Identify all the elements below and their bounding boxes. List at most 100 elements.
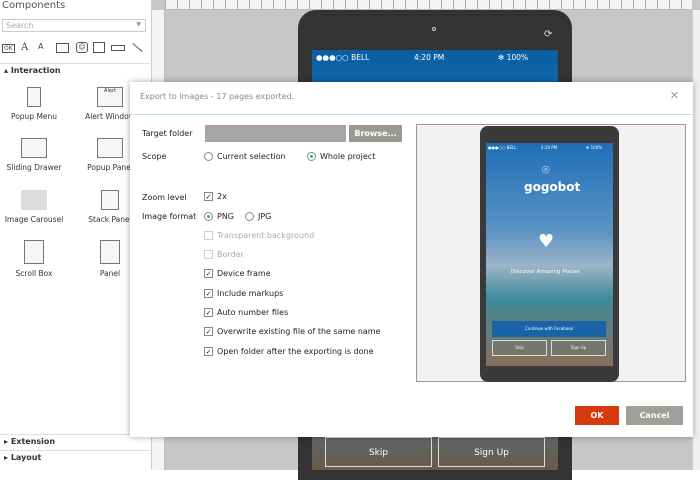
preview-tagline: Discover Amazing Places (511, 269, 580, 275)
component-label: Popup Menu (10, 112, 58, 121)
preview-time: 4:20 PM (541, 145, 558, 150)
border-checkbox[interactable]: Border (204, 250, 244, 259)
heart-icon: ♥ (538, 231, 555, 252)
overwrite-checkbox[interactable]: ✓ Overwrite existing file of the same nam… (204, 327, 381, 336)
rectangle-tool-icon[interactable] (56, 43, 69, 53)
zoom-level-label: Zoom level (142, 193, 187, 202)
component-label: Stack Panel (88, 215, 132, 224)
carrier: ●●●○○ BELL (316, 53, 370, 62)
emoji-tool-icon[interactable]: ☺ (76, 42, 88, 53)
component-image-carousel[interactable]: Image Carousel (4, 190, 64, 224)
preview-screen: ●●●○○ BELL 4:20 PM ✻ 100% ⌾ gogobot ♥ Di… (486, 143, 613, 366)
scope-current-radio[interactable]: Current selection (204, 152, 286, 161)
image-format-label: Image format (142, 212, 197, 221)
checkbox-label: Auto number files (217, 308, 289, 317)
chevron-down-icon[interactable]: ▼ (136, 21, 141, 28)
section-interaction[interactable]: ▴ Interaction (0, 63, 150, 77)
checkbox-checked-icon[interactable]: ✓ (204, 192, 213, 201)
input-tool-icon[interactable] (111, 45, 125, 51)
scope-whole-radio[interactable]: Whole project (307, 152, 375, 161)
target-folder-input[interactable] (205, 125, 346, 142)
transparent-background-checkbox[interactable]: Transparent background (204, 231, 314, 240)
auto-number-checkbox[interactable]: ✓ Auto number files (204, 308, 288, 317)
close-icon[interactable]: ✕ (670, 89, 679, 102)
scroll-box-icon (24, 240, 44, 264)
skip-button[interactable]: Skip (325, 437, 432, 467)
checkbox-label: Open folder after the exporting is done (217, 347, 374, 356)
component-label: Popup Panel (87, 163, 133, 172)
preview-brand: gogobot (524, 180, 581, 194)
radio-label: PNG (217, 212, 235, 221)
search-placeholder: Search (6, 21, 34, 30)
sign-up-button[interactable]: Sign Up (438, 437, 545, 467)
component-label: Alert Window (85, 112, 135, 121)
radio-icon[interactable] (204, 152, 213, 161)
radio-icon[interactable] (245, 212, 254, 221)
alert-window-icon: Alert (97, 87, 123, 107)
radio-selected-icon[interactable] (307, 152, 316, 161)
checkbox-checked-icon[interactable]: ✓ (204, 269, 213, 278)
target-folder-label: Target folder (142, 129, 193, 138)
dialog-title: Export to images - 17 pages exported. (140, 92, 295, 101)
preview-skip-button: Skip (492, 340, 547, 356)
vertical-scrollbar[interactable] (692, 10, 700, 470)
status-bar: ●●●○○ BELL 4:20 PM ✻ 100% (312, 50, 558, 64)
scope-label: Scope (142, 152, 167, 161)
checkbox-icon[interactable] (204, 231, 213, 240)
checkbox-label: Overwrite existing file of the same name (217, 327, 381, 336)
jpg-radio[interactable]: JPG (245, 212, 271, 221)
radio-selected-icon[interactable] (204, 212, 213, 221)
rotate-icon[interactable]: ⟳ (544, 29, 552, 40)
checkbox-icon[interactable] (204, 250, 213, 259)
radio-label: Current selection (217, 152, 286, 161)
ok-button[interactable]: OK (575, 406, 619, 425)
checkbox-checked-icon[interactable]: ✓ (204, 308, 213, 317)
panel-icon (100, 240, 120, 264)
checkbox-checked-icon[interactable]: ✓ (204, 289, 213, 298)
browse-button[interactable]: Browse... (349, 125, 402, 142)
checkbox-label: 2x (217, 192, 227, 201)
open-folder-checkbox[interactable]: ✓ Open folder after the exporting is done (204, 347, 374, 356)
preview-facebook-button: Continue with Facebook (492, 321, 606, 337)
preview-device-frame: ●●●○○ BELL 4:20 PM ✻ 100% ⌾ gogobot ♥ Di… (480, 126, 619, 382)
section-label: Extension (10, 437, 56, 446)
checkbox-label: Border (217, 250, 244, 259)
component-scroll-box[interactable]: Scroll Box (4, 240, 64, 278)
time: 4:20 PM (414, 53, 445, 62)
checkbox-checked-icon[interactable]: ✓ (204, 347, 213, 356)
search-input[interactable]: Search ▼ (2, 19, 146, 32)
checkbox-checked-icon[interactable]: ✓ (204, 327, 213, 336)
divider (130, 114, 693, 115)
section-layout[interactable]: ▸ Layout (0, 450, 150, 464)
component-label: Panel (99, 269, 121, 278)
preview-carrier: ●●●○○ BELL (488, 145, 517, 150)
component-label: Image Carousel (4, 215, 64, 224)
section-extension[interactable]: ▸ Extension (0, 434, 150, 448)
device-frame-checkbox[interactable]: ✓ Device frame (204, 269, 271, 278)
image-tool-icon[interactable] (93, 42, 105, 53)
preview-sign-up-button: Sign Up (551, 340, 606, 356)
preview-facebook-label: Continue with Facebook (525, 326, 573, 331)
checkbox-label: Transparent background (217, 231, 315, 240)
paragraph-tool-icon[interactable]: A (38, 42, 43, 51)
section-label: Interaction (10, 66, 61, 75)
panel-title: Components (2, 0, 66, 11)
png-radio[interactable]: PNG (204, 212, 234, 221)
sliding-drawer-icon (21, 138, 47, 158)
preview-battery: ✻ 100% (586, 145, 603, 150)
component-popup-menu[interactable]: Popup Menu (4, 87, 64, 121)
horizontal-ruler (165, 0, 692, 10)
battery: ✻ 100% (498, 53, 529, 62)
zoom-2x-checkbox[interactable]: ✓ 2x (204, 192, 227, 201)
section-label: Layout (10, 453, 42, 462)
radio-label: Whole project (320, 152, 376, 161)
stack-panel-icon (101, 190, 119, 210)
image-carousel-icon (21, 190, 47, 210)
text-tool-icon[interactable]: A (21, 42, 28, 53)
component-sliding-drawer[interactable]: Sliding Drawer (4, 138, 64, 172)
include-markups-checkbox[interactable]: ✓ Include markups (204, 289, 283, 298)
export-dialog: Export to images - 17 pages exported. ✕ … (130, 82, 693, 437)
button-tool-icon[interactable]: OK (2, 44, 15, 53)
cancel-button[interactable]: Cancel (626, 406, 683, 425)
line-tool-icon[interactable] (132, 42, 143, 53)
